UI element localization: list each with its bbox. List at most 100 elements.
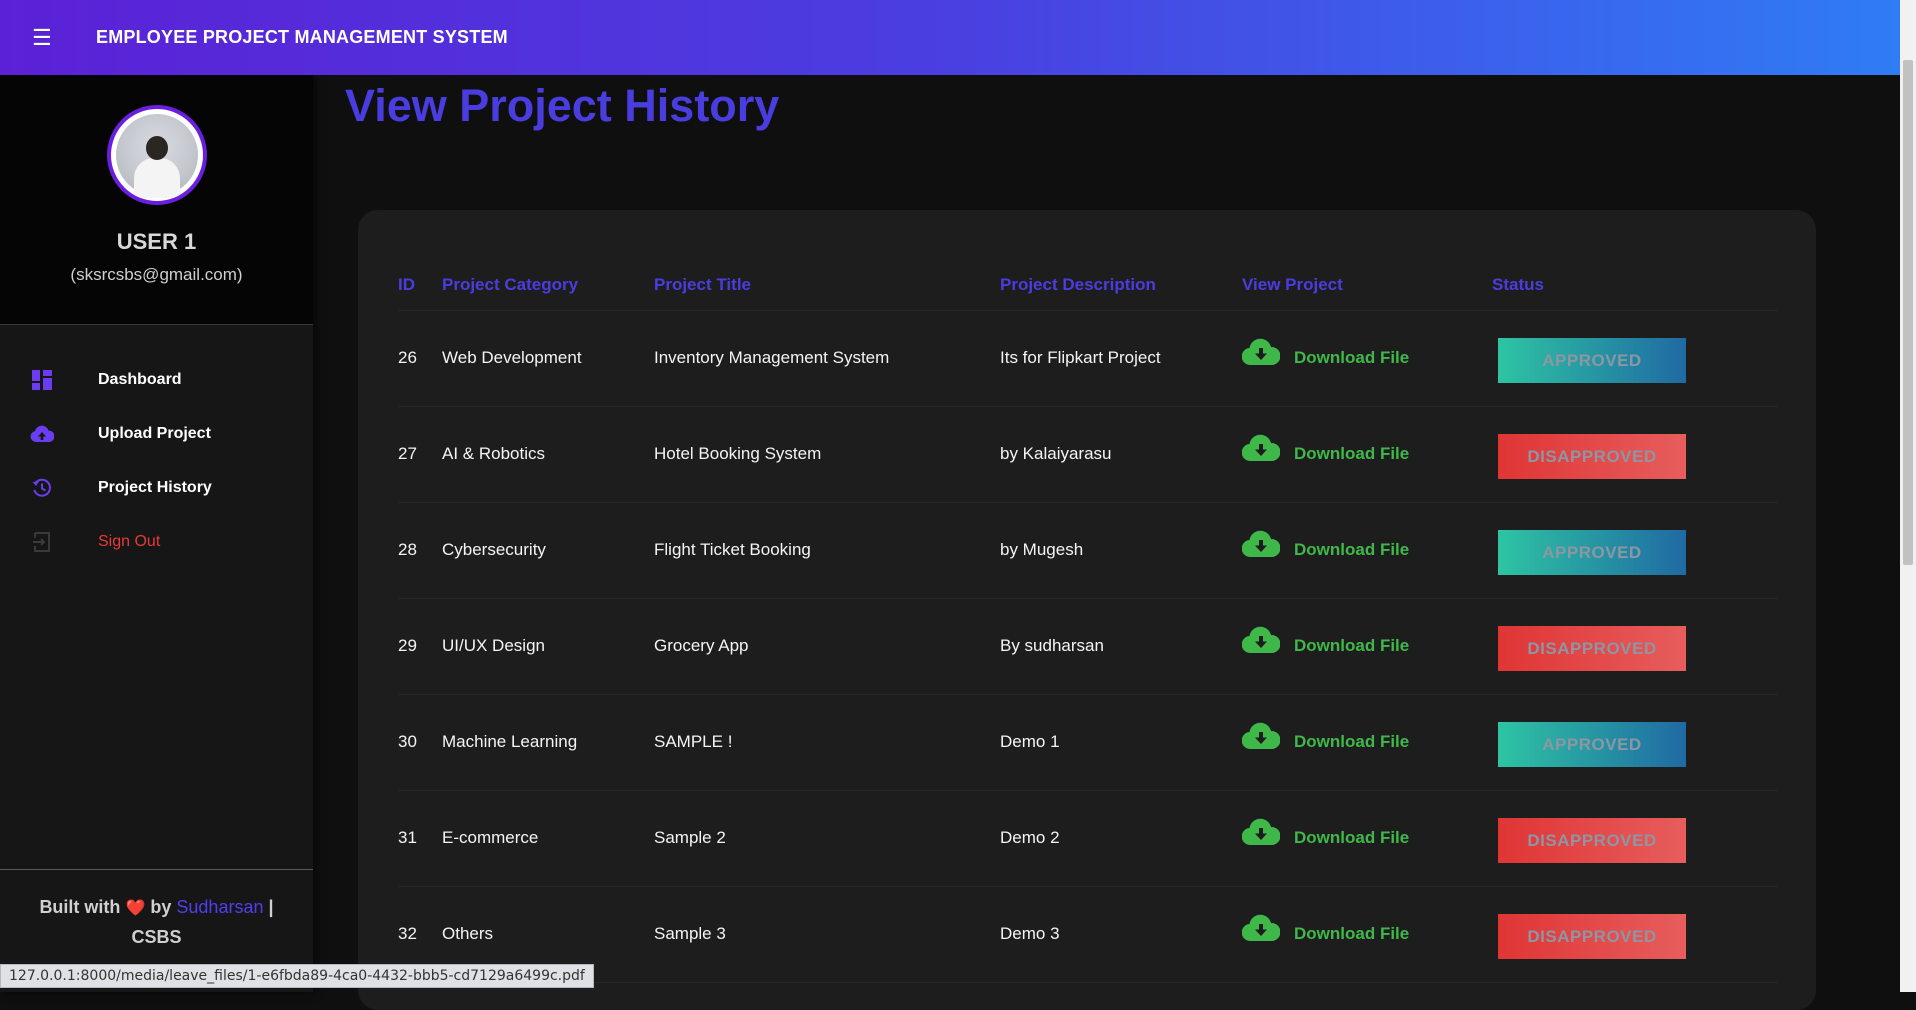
cell-view: Download File [1241, 790, 1492, 887]
cloud-download-icon [1241, 722, 1294, 755]
cell-id: 28 [398, 502, 442, 599]
header-view: View Project [1242, 260, 1492, 311]
status-button[interactable]: APPROVED [1498, 721, 1686, 767]
download-file-link[interactable]: Download File [1241, 338, 1410, 371]
cell-view: Download File [1241, 598, 1492, 695]
project-history-card: ID Project Category Project Title Projec… [358, 210, 1816, 1010]
sidebar-nav: Dashboard Upload Project Project History… [0, 353, 313, 569]
dashboard-icon [30, 368, 54, 392]
cloud-download-icon [1241, 818, 1294, 851]
cell-status: APPROVED [1492, 310, 1778, 407]
heart-icon: ❤️ [125, 900, 146, 917]
download-file-link[interactable]: Download File [1241, 434, 1410, 467]
cloud-download-icon [1241, 338, 1294, 371]
header-category: Project Category [442, 260, 654, 311]
cloud-upload-icon [30, 422, 54, 446]
download-file-link[interactable]: Download File [1241, 722, 1410, 755]
table-row: 28 Cybersecurity Flight Ticket Booking by M… [398, 502, 1778, 599]
download-file-label: Download File [1294, 732, 1410, 751]
download-file-label: Download File [1294, 444, 1410, 463]
project-history-table: ID Project Category Project Title Projec… [398, 260, 1778, 983]
cell-title: Sample 2 [654, 790, 1000, 887]
cell-title: Inventory Management System [654, 310, 1000, 407]
cloud-download-icon [1241, 914, 1294, 947]
download-file-label: Download File [1294, 636, 1410, 655]
profile-panel: USER 1 (sksrcsbs@gmail.com) [0, 75, 313, 325]
cell-status: DISAPPROVED [1492, 886, 1778, 983]
download-file-label: Download File [1294, 828, 1410, 847]
cell-category: UI/UX Design [442, 598, 654, 695]
header-id: ID [398, 260, 442, 311]
user-email: (sksrcsbs@gmail.com) [70, 265, 243, 284]
scrollbar-thumb[interactable] [1903, 60, 1913, 565]
cell-description: By sudharsan [1000, 598, 1242, 695]
footer-org: CSBS [131, 927, 182, 947]
status-button[interactable]: DISAPPROVED [1498, 433, 1686, 479]
cell-id: 27 [398, 406, 442, 503]
footer-author-link[interactable]: Sudharsan [176, 897, 263, 917]
table-row: 29 UI/UX Design Grocery App By sudharsan Dow… [398, 598, 1778, 695]
download-file-link[interactable]: Download File [1241, 626, 1410, 659]
status-button[interactable]: APPROVED [1498, 337, 1686, 383]
sidebar-item-dashboard[interactable]: Dashboard [0, 353, 313, 407]
cell-view: Download File [1241, 694, 1492, 791]
sign-out-icon [30, 530, 54, 554]
header-status: Status [1492, 260, 1778, 311]
avatar-photo [115, 114, 198, 198]
sidebar-item-label: Upload Project [98, 425, 211, 442]
footer-by: by [150, 897, 172, 917]
cell-id: 30 [398, 694, 442, 791]
footer-built-with: Built with [39, 897, 121, 917]
cell-category: E-commerce [442, 790, 654, 887]
cell-description: Its for Flipkart Project [1000, 310, 1242, 407]
header-title: Project Title [654, 260, 1000, 311]
sidebar-item-label: Dashboard [98, 371, 182, 388]
cell-category: Machine Learning [442, 694, 654, 791]
cell-view: Download File [1241, 310, 1492, 407]
cell-status: DISAPPROVED [1492, 406, 1778, 503]
cell-description: Demo 1 [1000, 694, 1242, 791]
sidebar-item-upload-project[interactable]: Upload Project [0, 407, 313, 461]
status-button[interactable]: DISAPPROVED [1498, 817, 1686, 863]
cell-title: Sample 3 [654, 886, 1000, 983]
page-title: View Project History [345, 80, 780, 131]
sidebar-item-sign-out[interactable]: Sign Out [0, 515, 313, 569]
table-row: 26 Web Development Inventory Management Sy… [398, 310, 1778, 407]
status-bar-url: 127.0.0.1:8000/media/leave_files/1-e6fbd… [0, 964, 594, 988]
cell-id: 31 [398, 790, 442, 887]
download-file-link[interactable]: Download File [1241, 818, 1410, 851]
cell-description: by Mugesh [1000, 502, 1242, 599]
cloud-download-icon [1241, 626, 1294, 659]
cell-status: DISAPPROVED [1492, 790, 1778, 887]
download-file-label: Download File [1294, 348, 1410, 367]
status-button[interactable]: APPROVED [1498, 529, 1686, 575]
user-name: USER 1 [116, 229, 197, 254]
table-row: 27 AI & Robotics Hotel Booking System by Ka… [398, 406, 1778, 503]
cell-description: by Kalaiyarasu [1000, 406, 1242, 503]
cell-description: Demo 2 [1000, 790, 1242, 887]
download-file-link[interactable]: Download File [1241, 914, 1410, 947]
cell-title: Grocery App [654, 598, 1000, 695]
sidebar-item-label: Project History [98, 479, 212, 496]
cell-status: APPROVED [1492, 502, 1778, 599]
header-description: Project Description [1000, 260, 1242, 311]
sidebar-item-project-history[interactable]: Project History [0, 461, 313, 515]
status-button[interactable]: DISAPPROVED [1498, 913, 1686, 959]
cell-category: Cybersecurity [442, 502, 654, 599]
download-file-label: Download File [1294, 924, 1410, 943]
cell-category: Web Development [442, 310, 654, 407]
cell-id: 29 [398, 598, 442, 695]
app-title: EMPLOYEE PROJECT MANAGEMENT SYSTEM [96, 27, 508, 47]
cell-view: Download File [1241, 502, 1492, 599]
status-button[interactable]: DISAPPROVED [1498, 625, 1686, 671]
cell-view: Download File [1241, 886, 1492, 983]
cell-status: APPROVED [1492, 694, 1778, 791]
footer-separator: | [268, 897, 274, 917]
cell-description: Demo 3 [1000, 886, 1242, 983]
history-icon [30, 476, 54, 500]
cloud-download-icon [1241, 434, 1294, 467]
page-scrollbar[interactable] [1900, 0, 1916, 992]
cloud-download-icon [1241, 530, 1294, 563]
hamburger-icon[interactable]: ☰ [32, 26, 56, 49]
download-file-link[interactable]: Download File [1241, 530, 1409, 563]
